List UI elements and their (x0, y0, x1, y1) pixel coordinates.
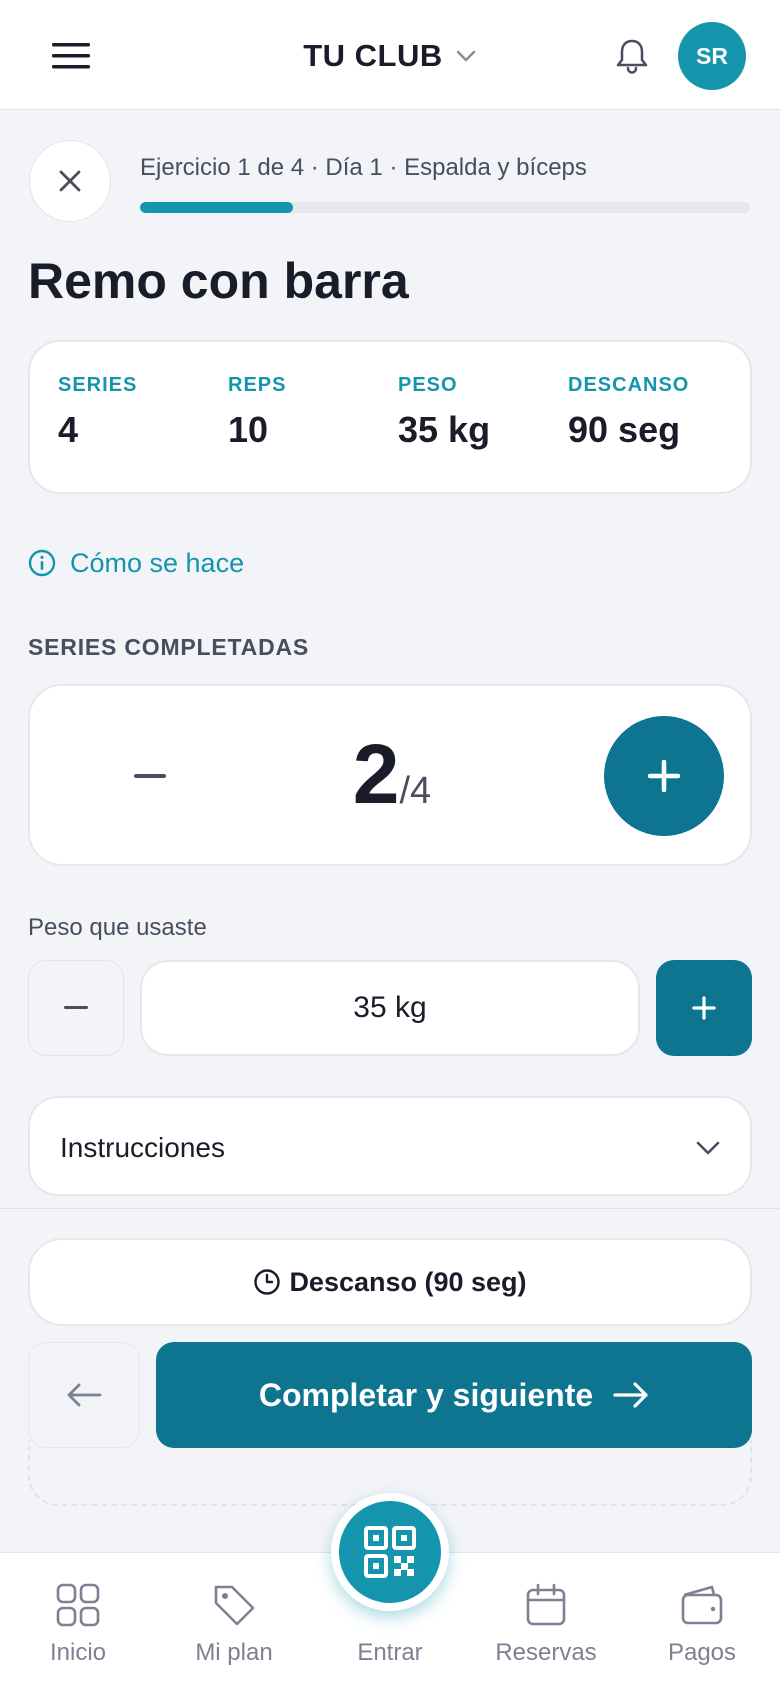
how-to-label: Cómo se hace (70, 547, 245, 578)
increment-weight-button[interactable] (656, 960, 752, 1056)
close-icon (59, 170, 81, 192)
nav-item-entrar-label[interactable]: Entrar (320, 1639, 460, 1667)
stat-value: 90 seg (568, 409, 681, 450)
progress-fill (140, 202, 293, 213)
rest-label: Descanso (90 seg) (289, 1266, 527, 1297)
complete-next-label: Completar y siguiente (258, 1376, 594, 1413)
complete-next-button[interactable]: Completar y siguiente (156, 1342, 752, 1448)
qr-code-icon (364, 1526, 416, 1578)
plus-icon (692, 996, 716, 1020)
stat-reps: REPS 10 (228, 374, 286, 451)
calendar-icon (526, 1583, 566, 1626)
avatar-initials: SR (696, 42, 728, 69)
previous-button[interactable] (28, 1342, 140, 1448)
stat-series: SERIES 4 (58, 374, 137, 451)
avatar[interactable]: SR (678, 22, 746, 90)
stat-label: PESO (398, 374, 458, 396)
app-header: TU CLUB SR (0, 0, 780, 110)
close-button[interactable] (29, 140, 111, 222)
arrow-left-icon (67, 1383, 102, 1407)
wallet-icon (681, 1585, 723, 1625)
progress-text: Ejercicio 1 de 4 · Día 1 · Espalda y bíc… (140, 154, 587, 181)
sets-total: /4 (399, 770, 432, 812)
notifications-button[interactable] (612, 36, 652, 76)
stat-label: REPS (228, 374, 287, 396)
club-selector[interactable]: TU CLUB (0, 36, 780, 76)
tag-icon (214, 1585, 255, 1626)
nav-item-mi-plan[interactable]: Mi plan (164, 1553, 304, 1688)
bell-icon (616, 39, 648, 74)
sets-counter-card: 2/4 (28, 684, 752, 866)
stat-value: 35 kg (398, 409, 491, 450)
sets-completed: 2 (352, 727, 400, 821)
stat-label: DESCANSO (568, 374, 690, 396)
increment-sets-button[interactable] (604, 716, 724, 836)
grid-icon (56, 1583, 100, 1627)
club-name: TU CLUB (303, 38, 443, 73)
nav-label: Inicio (49, 1639, 107, 1666)
qr-entry-button[interactable] (331, 1493, 449, 1611)
exercise-stats-card: SERIES 4 REPS 10 PESO 35 kg DESCANSO 90 … (28, 340, 752, 494)
nav-item-pagos[interactable]: Pagos (632, 1553, 772, 1688)
weight-input[interactable]: 35 kg (140, 960, 640, 1056)
stat-value: 4 (58, 409, 79, 450)
nav-item-inicio[interactable]: Inicio (8, 1553, 148, 1688)
sets-section-label: SERIES COMPLETADAS (28, 634, 310, 660)
divider (0, 1208, 780, 1209)
plus-icon (648, 760, 680, 792)
progress-bar (140, 202, 750, 213)
nav-item-reservas[interactable]: Reservas (476, 1553, 616, 1688)
chevron-down-icon (696, 1141, 720, 1155)
nav-label: Reservas (495, 1639, 597, 1666)
chevron-down-icon (456, 50, 476, 62)
minus-icon (64, 1006, 88, 1009)
how-to-link[interactable]: Cómo se hace (28, 545, 244, 581)
instructions-label: Instrucciones (60, 1132, 225, 1163)
stat-value: 10 (228, 409, 269, 450)
instructions-accordion[interactable]: Instrucciones (28, 1096, 752, 1196)
weight-label: Peso que usaste (28, 914, 207, 941)
nav-label: Mi plan (195, 1639, 273, 1666)
decrement-weight-button[interactable] (28, 960, 124, 1056)
rest-button[interactable]: Descanso (90 seg) (28, 1238, 752, 1326)
nav-label: Pagos (667, 1639, 737, 1666)
stat-label: SERIES (58, 374, 138, 396)
page-title: Remo con barra (28, 253, 409, 309)
clock-icon (254, 1269, 281, 1295)
arrow-right-icon (613, 1382, 648, 1408)
info-icon (28, 549, 56, 577)
stat-weight: PESO 35 kg (398, 374, 490, 451)
stat-rest: DESCANSO 90 seg (568, 374, 689, 451)
